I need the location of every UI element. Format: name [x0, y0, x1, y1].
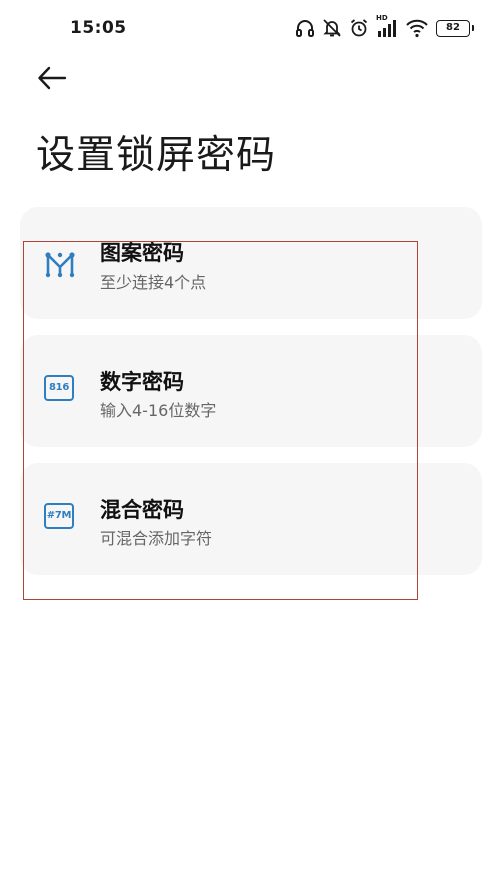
numeric-code-icon-text: 816	[44, 375, 74, 401]
scroll-clip-mask	[20, 207, 482, 241]
option-numeric-password[interactable]: 816 数字密码 输入4-16位数字	[20, 335, 482, 447]
back-button[interactable]	[36, 64, 72, 96]
option-description: 可混合添加字符	[100, 529, 213, 548]
option-title: 混合密码	[100, 498, 184, 522]
page-title: 设置锁屏密码	[36, 133, 277, 178]
arrow-left-icon	[38, 66, 67, 90]
battery-icon: 82	[436, 19, 474, 37]
status-time: 15:05	[70, 18, 127, 38]
pattern-icon	[44, 249, 76, 281]
status-bar: 15:05 HD 82	[0, 0, 500, 56]
screen: 15:05 HD 82 设置锁屏密码 图案密码 至少连接4个点 816 数字密码…	[0, 0, 500, 888]
signal-icon: HD	[376, 14, 398, 39]
wifi-icon	[406, 19, 428, 38]
hd-label: HD	[376, 14, 388, 22]
option-description: 至少连接4个点	[100, 273, 207, 292]
bell-off-icon	[323, 19, 341, 37]
option-title: 图案密码	[100, 241, 184, 265]
numeric-code-icon: 816	[44, 375, 76, 407]
status-icons: HD 82	[295, 14, 474, 39]
option-mixed-password[interactable]: #7M 混合密码 可混合添加字符	[20, 463, 482, 575]
mixed-code-icon-text: #7M	[44, 503, 74, 529]
mixed-code-icon: #7M	[44, 503, 76, 535]
alarm-icon	[350, 19, 368, 37]
headphones-icon	[296, 20, 314, 37]
option-title: 数字密码	[100, 370, 184, 394]
option-description: 输入4-16位数字	[100, 401, 217, 420]
